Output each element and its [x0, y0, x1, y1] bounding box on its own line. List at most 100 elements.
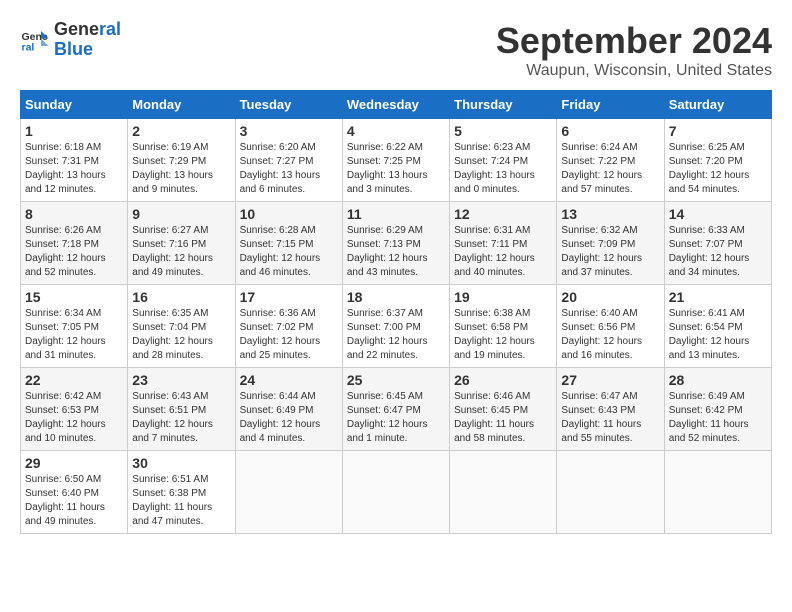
page-title: September 2024	[496, 20, 772, 62]
day-info: Sunrise: 6:46 AM Sunset: 6:45 PM Dayligh…	[454, 390, 552, 446]
day-info: Sunrise: 6:26 AM Sunset: 7:18 PM Dayligh…	[25, 224, 123, 280]
day-info: Sunrise: 6:29 AM Sunset: 7:13 PM Dayligh…	[347, 224, 445, 280]
table-row: 5 Sunrise: 6:23 AM Sunset: 7:24 PM Dayli…	[450, 119, 557, 202]
header-thursday: Thursday	[450, 91, 557, 119]
logo-icon: Gene ral	[20, 25, 50, 55]
header-monday: Monday	[128, 91, 235, 119]
table-row	[342, 451, 449, 534]
day-number: 8	[25, 206, 123, 222]
logo-text: General Blue	[54, 20, 121, 60]
day-info: Sunrise: 6:45 AM Sunset: 6:47 PM Dayligh…	[347, 390, 445, 446]
table-row: 20 Sunrise: 6:40 AM Sunset: 6:56 PM Dayl…	[557, 285, 664, 368]
day-info: Sunrise: 6:43 AM Sunset: 6:51 PM Dayligh…	[132, 390, 230, 446]
day-number: 6	[561, 123, 659, 139]
day-info: Sunrise: 6:40 AM Sunset: 6:56 PM Dayligh…	[561, 307, 659, 363]
day-number: 19	[454, 289, 552, 305]
day-info: Sunrise: 6:38 AM Sunset: 6:58 PM Dayligh…	[454, 307, 552, 363]
day-number: 16	[132, 289, 230, 305]
title-area: September 2024 Waupun, Wisconsin, United…	[496, 20, 772, 80]
table-row	[450, 451, 557, 534]
day-info: Sunrise: 6:25 AM Sunset: 7:20 PM Dayligh…	[669, 141, 767, 197]
calendar-header: Sunday Monday Tuesday Wednesday Thursday…	[21, 91, 772, 119]
table-row: 18 Sunrise: 6:37 AM Sunset: 7:00 PM Dayl…	[342, 285, 449, 368]
table-row: 26 Sunrise: 6:46 AM Sunset: 6:45 PM Dayl…	[450, 368, 557, 451]
day-info: Sunrise: 6:37 AM Sunset: 7:00 PM Dayligh…	[347, 307, 445, 363]
table-row: 12 Sunrise: 6:31 AM Sunset: 7:11 PM Dayl…	[450, 202, 557, 285]
day-number: 20	[561, 289, 659, 305]
table-row: 14 Sunrise: 6:33 AM Sunset: 7:07 PM Dayl…	[664, 202, 771, 285]
table-row	[664, 451, 771, 534]
day-number: 9	[132, 206, 230, 222]
day-number: 13	[561, 206, 659, 222]
calendar-body: 1 Sunrise: 6:18 AM Sunset: 7:31 PM Dayli…	[21, 119, 772, 534]
table-row: 21 Sunrise: 6:41 AM Sunset: 6:54 PM Dayl…	[664, 285, 771, 368]
day-info: Sunrise: 6:51 AM Sunset: 6:38 PM Dayligh…	[132, 473, 230, 529]
day-number: 18	[347, 289, 445, 305]
table-row	[235, 451, 342, 534]
table-row: 28 Sunrise: 6:49 AM Sunset: 6:42 PM Dayl…	[664, 368, 771, 451]
day-number: 14	[669, 206, 767, 222]
day-info: Sunrise: 6:18 AM Sunset: 7:31 PM Dayligh…	[25, 141, 123, 197]
day-number: 7	[669, 123, 767, 139]
table-row: 25 Sunrise: 6:45 AM Sunset: 6:47 PM Dayl…	[342, 368, 449, 451]
table-row	[557, 451, 664, 534]
table-row: 6 Sunrise: 6:24 AM Sunset: 7:22 PM Dayli…	[557, 119, 664, 202]
day-info: Sunrise: 6:22 AM Sunset: 7:25 PM Dayligh…	[347, 141, 445, 197]
day-number: 25	[347, 372, 445, 388]
table-row: 19 Sunrise: 6:38 AM Sunset: 6:58 PM Dayl…	[450, 285, 557, 368]
day-number: 1	[25, 123, 123, 139]
day-info: Sunrise: 6:49 AM Sunset: 6:42 PM Dayligh…	[669, 390, 767, 446]
header-sunday: Sunday	[21, 91, 128, 119]
table-row: 16 Sunrise: 6:35 AM Sunset: 7:04 PM Dayl…	[128, 285, 235, 368]
day-number: 15	[25, 289, 123, 305]
table-row: 10 Sunrise: 6:28 AM Sunset: 7:15 PM Dayl…	[235, 202, 342, 285]
table-row: 30 Sunrise: 6:51 AM Sunset: 6:38 PM Dayl…	[128, 451, 235, 534]
day-number: 22	[25, 372, 123, 388]
page-subtitle: Waupun, Wisconsin, United States	[496, 62, 772, 80]
day-info: Sunrise: 6:32 AM Sunset: 7:09 PM Dayligh…	[561, 224, 659, 280]
table-row: 11 Sunrise: 6:29 AM Sunset: 7:13 PM Dayl…	[342, 202, 449, 285]
logo: Gene ral General Blue	[20, 20, 121, 60]
table-row: 15 Sunrise: 6:34 AM Sunset: 7:05 PM Dayl…	[21, 285, 128, 368]
day-number: 3	[240, 123, 338, 139]
day-info: Sunrise: 6:41 AM Sunset: 6:54 PM Dayligh…	[669, 307, 767, 363]
calendar-table: Sunday Monday Tuesday Wednesday Thursday…	[20, 90, 772, 534]
table-row: 24 Sunrise: 6:44 AM Sunset: 6:49 PM Dayl…	[235, 368, 342, 451]
svg-text:ral: ral	[22, 41, 35, 53]
day-number: 24	[240, 372, 338, 388]
day-number: 10	[240, 206, 338, 222]
table-row: 7 Sunrise: 6:25 AM Sunset: 7:20 PM Dayli…	[664, 119, 771, 202]
day-info: Sunrise: 6:47 AM Sunset: 6:43 PM Dayligh…	[561, 390, 659, 446]
day-info: Sunrise: 6:34 AM Sunset: 7:05 PM Dayligh…	[25, 307, 123, 363]
day-info: Sunrise: 6:31 AM Sunset: 7:11 PM Dayligh…	[454, 224, 552, 280]
header-saturday: Saturday	[664, 91, 771, 119]
table-row: 8 Sunrise: 6:26 AM Sunset: 7:18 PM Dayli…	[21, 202, 128, 285]
day-info: Sunrise: 6:27 AM Sunset: 7:16 PM Dayligh…	[132, 224, 230, 280]
day-info: Sunrise: 6:35 AM Sunset: 7:04 PM Dayligh…	[132, 307, 230, 363]
table-row: 29 Sunrise: 6:50 AM Sunset: 6:40 PM Dayl…	[21, 451, 128, 534]
day-info: Sunrise: 6:20 AM Sunset: 7:27 PM Dayligh…	[240, 141, 338, 197]
table-row: 23 Sunrise: 6:43 AM Sunset: 6:51 PM Dayl…	[128, 368, 235, 451]
day-info: Sunrise: 6:19 AM Sunset: 7:29 PM Dayligh…	[132, 141, 230, 197]
table-row: 27 Sunrise: 6:47 AM Sunset: 6:43 PM Dayl…	[557, 368, 664, 451]
day-number: 5	[454, 123, 552, 139]
day-info: Sunrise: 6:33 AM Sunset: 7:07 PM Dayligh…	[669, 224, 767, 280]
table-row: 2 Sunrise: 6:19 AM Sunset: 7:29 PM Dayli…	[128, 119, 235, 202]
table-row: 9 Sunrise: 6:27 AM Sunset: 7:16 PM Dayli…	[128, 202, 235, 285]
table-row: 4 Sunrise: 6:22 AM Sunset: 7:25 PM Dayli…	[342, 119, 449, 202]
table-row: 1 Sunrise: 6:18 AM Sunset: 7:31 PM Dayli…	[21, 119, 128, 202]
day-number: 29	[25, 455, 123, 471]
table-row: 13 Sunrise: 6:32 AM Sunset: 7:09 PM Dayl…	[557, 202, 664, 285]
day-number: 17	[240, 289, 338, 305]
day-number: 27	[561, 372, 659, 388]
day-info: Sunrise: 6:28 AM Sunset: 7:15 PM Dayligh…	[240, 224, 338, 280]
table-row: 3 Sunrise: 6:20 AM Sunset: 7:27 PM Dayli…	[235, 119, 342, 202]
day-info: Sunrise: 6:23 AM Sunset: 7:24 PM Dayligh…	[454, 141, 552, 197]
day-number: 11	[347, 206, 445, 222]
header-friday: Friday	[557, 91, 664, 119]
day-info: Sunrise: 6:44 AM Sunset: 6:49 PM Dayligh…	[240, 390, 338, 446]
day-info: Sunrise: 6:50 AM Sunset: 6:40 PM Dayligh…	[25, 473, 123, 529]
day-info: Sunrise: 6:42 AM Sunset: 6:53 PM Dayligh…	[25, 390, 123, 446]
day-info: Sunrise: 6:24 AM Sunset: 7:22 PM Dayligh…	[561, 141, 659, 197]
table-row: 22 Sunrise: 6:42 AM Sunset: 6:53 PM Dayl…	[21, 368, 128, 451]
